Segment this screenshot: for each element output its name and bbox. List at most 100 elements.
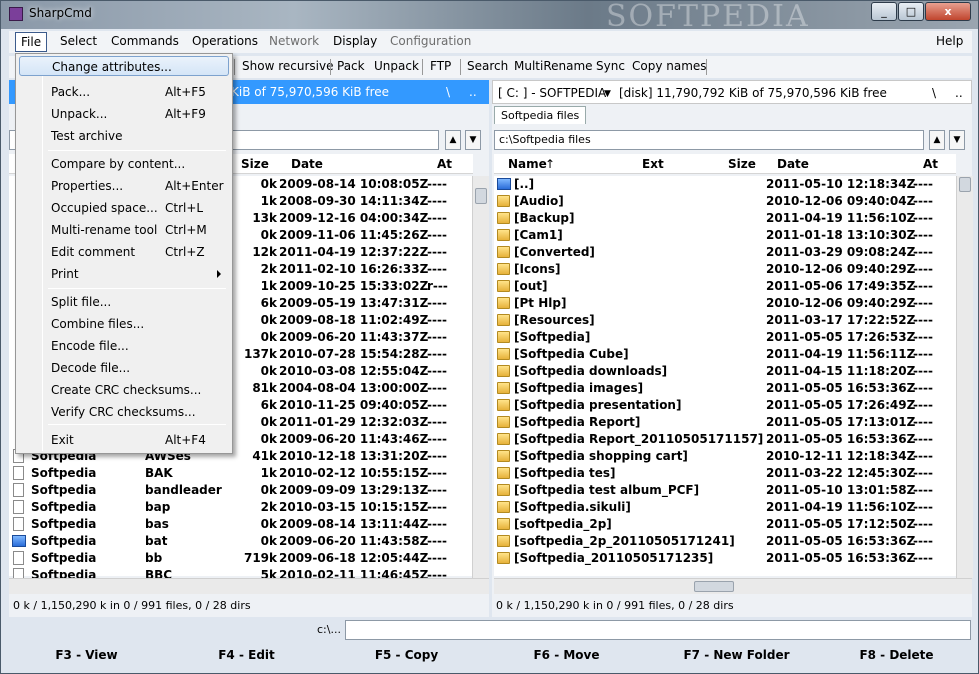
menu-item-compare-by-content[interactable]: Compare by content... bbox=[19, 154, 229, 174]
table-row[interactable]: [Softpedia downloads] 2011-04-15 11:18:20… bbox=[494, 363, 956, 380]
menu-item-exit[interactable]: Exit Alt+F4 bbox=[19, 430, 229, 450]
f6-move-button[interactable]: F6 - Move bbox=[489, 645, 644, 665]
menu-item-pack[interactable]: Pack... Alt+F5 bbox=[19, 82, 229, 102]
table-row[interactable]: [Softpedia presentation] 2011-05-05 17:26… bbox=[494, 397, 956, 414]
table-row[interactable]: [Softpedia images] 2011-05-05 16:53:36Z --… bbox=[494, 380, 956, 397]
left-root-button[interactable]: \ bbox=[446, 85, 450, 99]
left-header-at[interactable]: At bbox=[437, 157, 452, 171]
left-history-button[interactable]: ▲ bbox=[445, 130, 461, 150]
menu-help[interactable]: Help bbox=[936, 34, 963, 48]
table-row[interactable]: [Softpedia shopping cart] 2010-12-11 12:1… bbox=[494, 448, 956, 465]
copy-names-button[interactable]: Copy names bbox=[632, 59, 707, 73]
close-button[interactable]: x bbox=[925, 2, 971, 21]
tab-softpedia-files[interactable]: Softpedia files bbox=[494, 106, 587, 124]
right-vertical-scrollbar[interactable] bbox=[956, 176, 973, 578]
right-hscroll-thumb[interactable] bbox=[694, 581, 734, 592]
right-root-button[interactable]: \ bbox=[932, 86, 936, 100]
multirename-button[interactable]: MultiRename bbox=[514, 59, 593, 73]
table-row[interactable]: Softpedia bap 2k 2010-03-15 10:15:15Z ---- bbox=[9, 499, 472, 516]
table-row[interactable]: Softpedia bandleader 0k 2009-09-09 13:29:13… bbox=[9, 482, 472, 499]
left-up-button[interactable]: .. bbox=[469, 85, 477, 99]
f5-copy-button[interactable]: F5 - Copy bbox=[329, 645, 484, 665]
f7-new-folder-button[interactable]: F7 - New Folder bbox=[649, 645, 824, 665]
menu-network[interactable]: Network bbox=[269, 34, 319, 48]
menu-item-occupied-space[interactable]: Occupied space... Ctrl+L bbox=[19, 198, 229, 218]
right-path-field[interactable]: c:\Softpedia files bbox=[494, 130, 924, 150]
table-row[interactable]: [Softpedia Cube] 2011-04-19 11:56:11Z ---- bbox=[494, 346, 956, 363]
menu-item-unpack[interactable]: Unpack... Alt+F9 bbox=[19, 104, 229, 124]
table-row[interactable]: [softpedia_2p_20110505171241] 2011-05-05 … bbox=[494, 533, 956, 550]
menu-item-create-crc-checksums[interactable]: Create CRC checksums... bbox=[19, 380, 229, 400]
menu-configuration[interactable]: Configuration bbox=[390, 34, 471, 48]
menu-item-decode-file[interactable]: Decode file... bbox=[19, 358, 229, 378]
menu-item-combine-files[interactable]: Combine files... bbox=[19, 314, 229, 334]
menu-item-split-file[interactable]: Split file... bbox=[19, 292, 229, 312]
menu-item-print[interactable]: Print bbox=[19, 264, 229, 284]
pack-button[interactable]: Pack bbox=[337, 59, 365, 73]
table-row[interactable]: [Softpedia.sikuli] 2011-04-19 11:56:10Z --… bbox=[494, 499, 956, 516]
table-row[interactable]: [..] 2011-05-10 12:18:34Z ---- bbox=[494, 176, 956, 193]
table-row[interactable]: [Resources] 2011-03-17 17:22:52Z ---- bbox=[494, 312, 956, 329]
chevron-down-icon[interactable]: ▼ bbox=[604, 89, 611, 99]
menu-file[interactable]: File bbox=[15, 32, 48, 52]
right-header-name[interactable]: Name bbox=[508, 157, 547, 171]
table-row[interactable]: [Icons] 2010-12-06 09:40:29Z ---- bbox=[494, 261, 956, 278]
right-history-button[interactable]: ▲ bbox=[929, 130, 945, 150]
right-header-at[interactable]: At bbox=[923, 157, 938, 171]
menu-select[interactable]: Select bbox=[60, 34, 97, 48]
f8-delete-button[interactable]: F8 - Delete bbox=[819, 645, 974, 665]
menu-commands[interactable]: Commands bbox=[111, 34, 179, 48]
left-vertical-scrollbar[interactable] bbox=[472, 176, 489, 578]
f3-view-button[interactable]: F3 - View bbox=[9, 645, 164, 665]
table-row[interactable]: [Audio] 2010-12-06 09:40:04Z ---- bbox=[494, 193, 956, 210]
table-row[interactable]: [Softpedia Report_20110505171157] 2011-05… bbox=[494, 431, 956, 448]
table-row[interactable]: [softpedia_2p] 2011-05-05 17:12:50Z ---- bbox=[494, 516, 956, 533]
table-row[interactable]: Softpedia bb 719k 2009-06-18 12:05:44Z ---- bbox=[9, 550, 472, 567]
minimize-button[interactable]: _ bbox=[871, 2, 897, 21]
right-favorites-button[interactable]: ▼ bbox=[949, 130, 965, 150]
left-scroll-thumb[interactable] bbox=[475, 188, 487, 204]
menu-item-encode-file[interactable]: Encode file... bbox=[19, 336, 229, 356]
table-row[interactable]: [Converted] 2011-03-29 09:08:24Z ---- bbox=[494, 244, 956, 261]
menu-item-properties[interactable]: Properties... Alt+Enter bbox=[19, 176, 229, 196]
table-row[interactable]: [Backup] 2011-04-19 11:56:10Z ---- bbox=[494, 210, 956, 227]
table-row[interactable]: [Cam1] 2011-01-18 13:10:30Z ---- bbox=[494, 227, 956, 244]
menu-item-verify-crc-checksums[interactable]: Verify CRC checksums... bbox=[19, 402, 229, 422]
f4-edit-button[interactable]: F4 - Edit bbox=[169, 645, 324, 665]
right-drive-select[interactable]: [ C: ] - SOFTPEDIA bbox=[498, 86, 606, 100]
table-row[interactable]: Softpedia bas 0k 2009-08-14 13:11:44Z ---- bbox=[9, 516, 472, 533]
show-recursive-button[interactable]: Show recursive bbox=[242, 59, 333, 73]
table-row[interactable]: [Softpedia] 2011-05-05 17:26:53Z ---- bbox=[494, 329, 956, 346]
table-row[interactable]: [Softpedia tes] 2011-03-22 12:45:30Z ---- bbox=[494, 465, 956, 482]
menu-item-edit-comment[interactable]: Edit comment Ctrl+Z bbox=[19, 242, 229, 262]
table-row[interactable]: [Softpedia test album_PCF] 2011-05-10 13:… bbox=[494, 482, 956, 499]
left-header-date[interactable]: Date bbox=[291, 157, 323, 171]
ftp-button[interactable]: FTP bbox=[430, 59, 451, 73]
table-row[interactable]: [Softpedia_20110505171235] 2011-05-05 16:… bbox=[494, 550, 956, 567]
command-input[interactable] bbox=[345, 620, 971, 640]
maximize-button[interactable]: □ bbox=[898, 2, 924, 21]
right-header-size[interactable]: Size bbox=[728, 157, 756, 171]
menu-item-change-attributes[interactable]: Change attributes... bbox=[19, 56, 229, 76]
right-header-date[interactable]: Date bbox=[777, 157, 809, 171]
sync-button[interactable]: Sync bbox=[596, 59, 625, 73]
right-scroll-thumb[interactable] bbox=[959, 177, 971, 192]
table-row[interactable]: [out] 2011-05-06 17:49:35Z ---- bbox=[494, 278, 956, 295]
table-row[interactable]: Softpedia bat 0k 2009-06-20 11:43:58Z ---- bbox=[9, 533, 472, 550]
table-row[interactable]: Softpedia BAK 1k 2010-02-12 10:55:15Z ---- bbox=[9, 465, 472, 482]
left-horizontal-scrollbar[interactable] bbox=[9, 578, 489, 594]
right-header-ext[interactable]: Ext bbox=[642, 157, 664, 171]
menu-display[interactable]: Display bbox=[333, 34, 377, 48]
menu-item-test-archive[interactable]: Test archive bbox=[19, 126, 229, 146]
table-row[interactable]: [Pt Hlp] 2010-12-06 09:40:29Z ---- bbox=[494, 295, 956, 312]
search-button[interactable]: Search bbox=[467, 59, 508, 73]
left-header-size[interactable]: Size bbox=[241, 157, 269, 171]
left-favorites-button[interactable]: ▼ bbox=[465, 130, 481, 150]
right-horizontal-scrollbar[interactable] bbox=[494, 578, 972, 594]
menu-item-multi-rename-tool[interactable]: Multi-rename tool Ctrl+M bbox=[19, 220, 229, 240]
unpack-button[interactable]: Unpack bbox=[374, 59, 419, 73]
row-date: 2008-09-30 14:11:34Z bbox=[279, 194, 429, 208]
table-row[interactable]: [Softpedia Report] 2011-05-05 17:13:01Z --… bbox=[494, 414, 956, 431]
menu-operations[interactable]: Operations bbox=[192, 34, 258, 48]
right-up-button[interactable]: .. bbox=[955, 86, 963, 100]
